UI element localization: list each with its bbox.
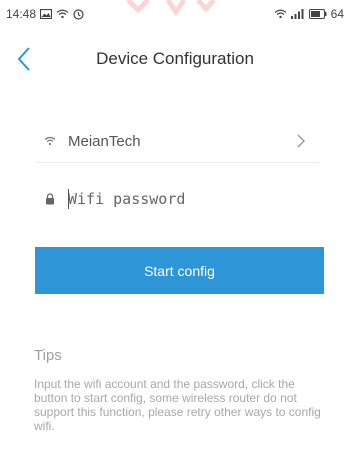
title-bar: Device Configuration <box>0 35 350 83</box>
text-cursor <box>68 189 69 209</box>
wifi-ssid-selector[interactable]: MeianTech <box>36 120 319 163</box>
wifi-password-input[interactable] <box>68 184 319 214</box>
tips-title: Tips <box>34 347 62 364</box>
alarm-icon <box>73 8 84 20</box>
lock-icon <box>42 193 58 205</box>
status-right: 64 <box>274 7 344 21</box>
battery-level: 64 <box>330 7 344 21</box>
status-bar: 14:48 64 <box>0 0 350 28</box>
signal-icon <box>290 9 305 19</box>
image-icon <box>40 9 53 19</box>
page-title: Device Configuration <box>96 49 254 68</box>
wifi-icon <box>274 9 287 19</box>
status-time: 14:48 <box>6 7 37 21</box>
wifi-icon <box>42 136 58 146</box>
wifi-ssid-label: MeianTech <box>68 132 141 150</box>
start-config-button[interactable]: Start config <box>35 247 324 294</box>
chevron-right-icon <box>291 134 311 148</box>
tips-body: Input the wifi account and the password,… <box>34 377 321 433</box>
wifi-password-row <box>36 178 319 220</box>
status-left: 14:48 <box>6 7 84 21</box>
wifi-icon <box>56 9 69 19</box>
battery-icon <box>308 9 327 19</box>
